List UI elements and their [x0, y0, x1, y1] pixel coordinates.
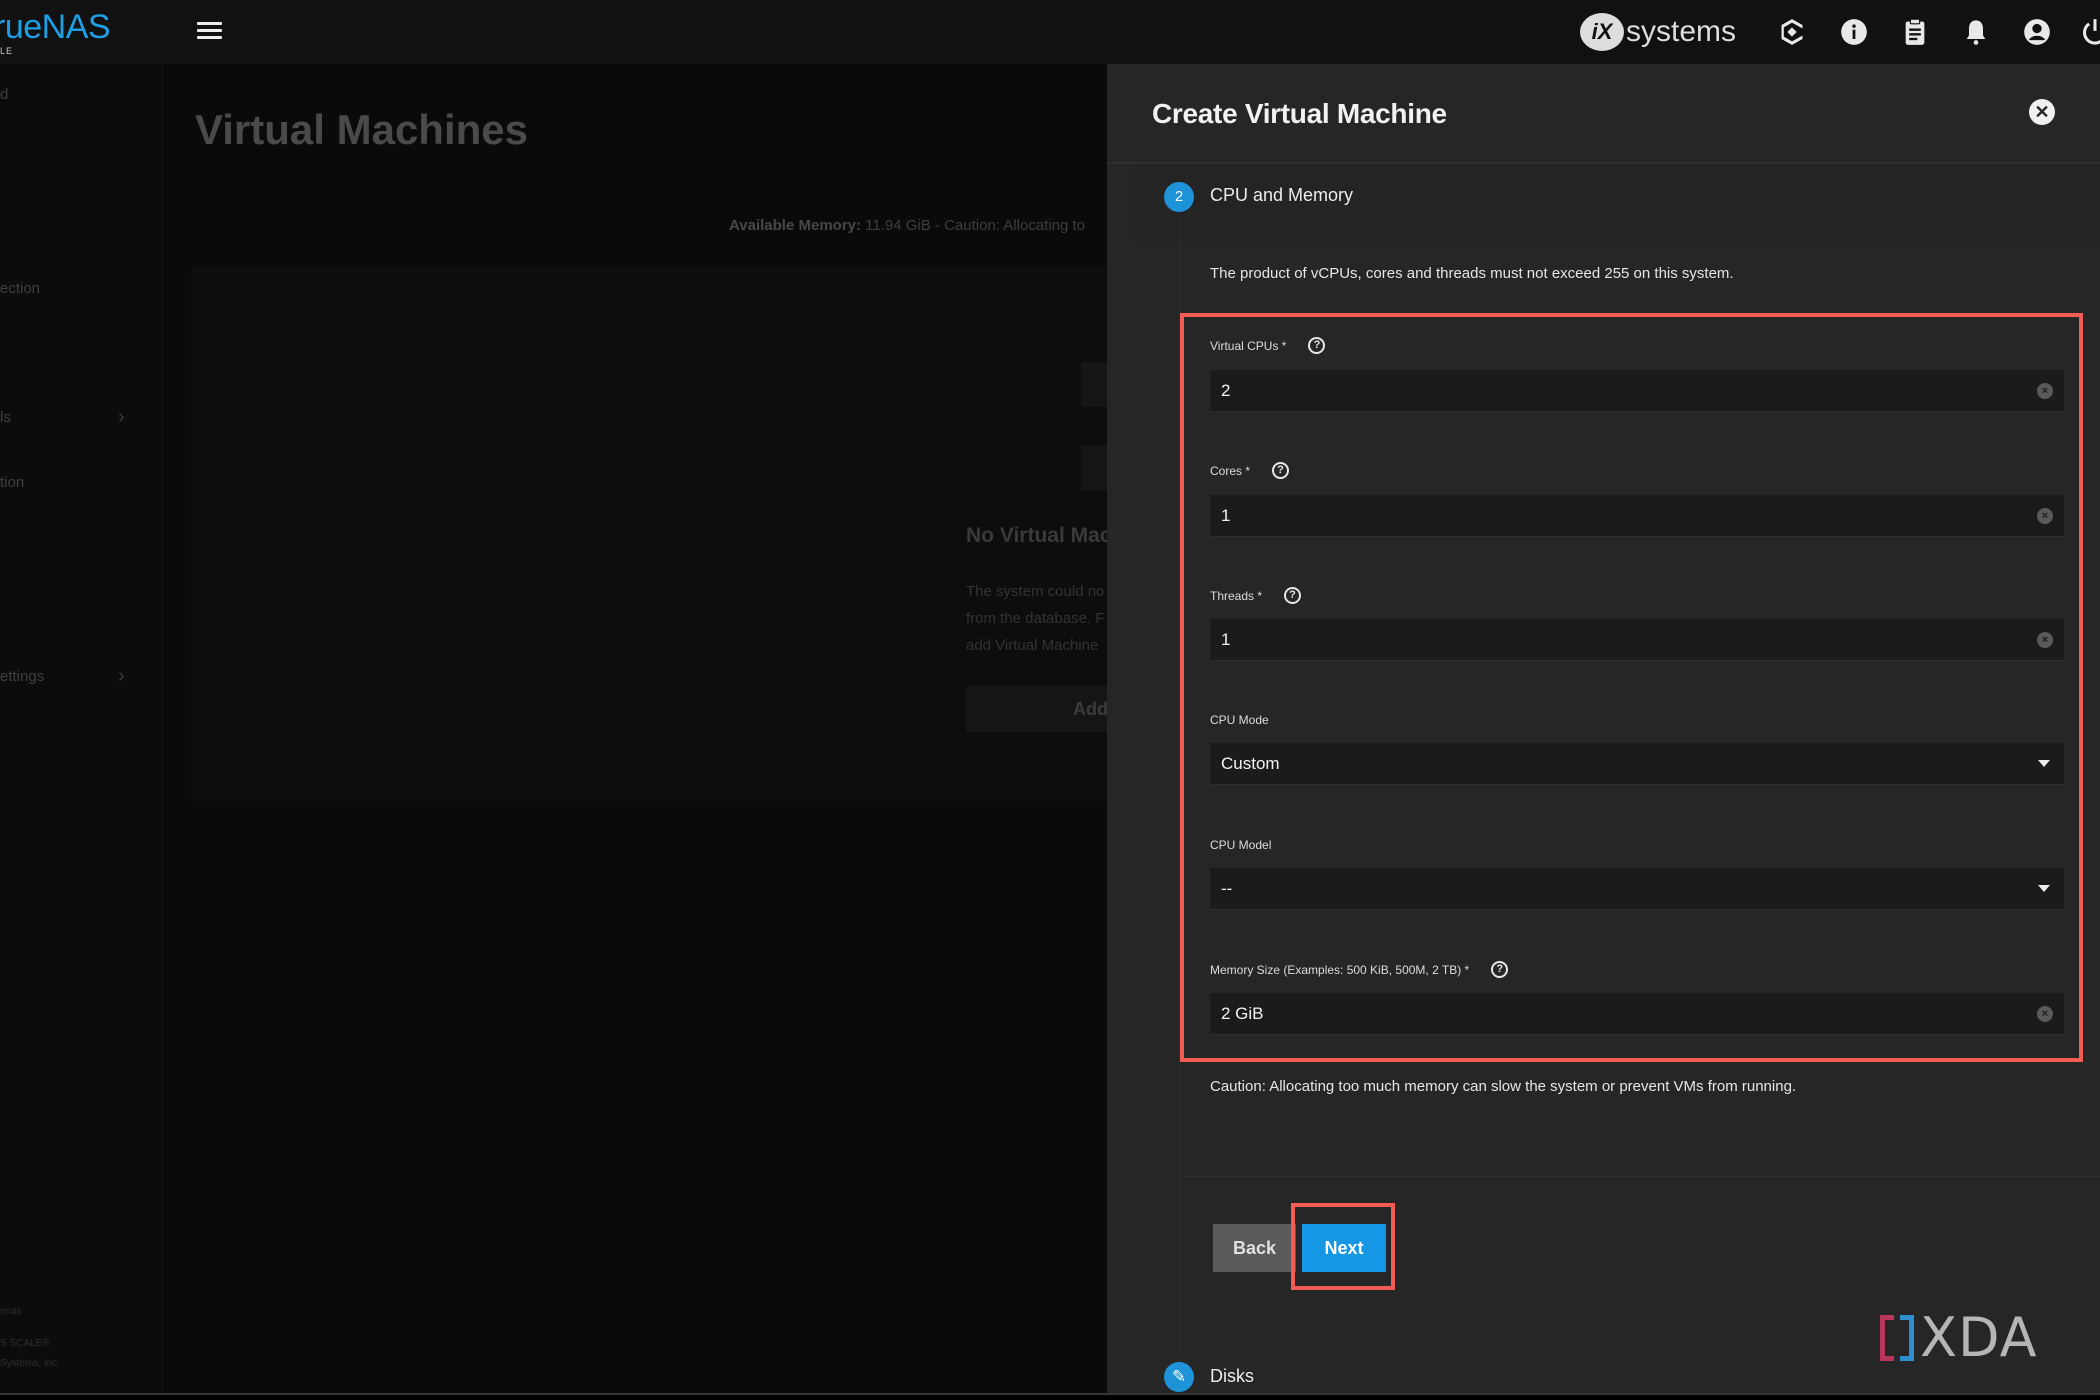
- memory-input[interactable]: 2 GiB ×: [1210, 993, 2064, 1035]
- available-memory-text: Available Memory: 11.94 GiB - Caution: A…: [729, 217, 1085, 234]
- logo-text: rueNAS: [0, 8, 111, 46]
- vcpus-label-text: Virtual CPUs *: [1210, 338, 1287, 353]
- brand-text: systems: [1626, 15, 1737, 48]
- empty-text-line: The system could no: [966, 583, 1105, 600]
- add-vm-button[interactable]: Add: [966, 686, 1107, 732]
- next-button[interactable]: Next: [1302, 1224, 1386, 1272]
- cpu-limit-note: The product of vCPUs, cores and threads …: [1210, 265, 1734, 282]
- bell-icon[interactable]: [1961, 17, 1991, 47]
- threads-value: 1: [1221, 629, 1231, 649]
- main-content: Virtual Machines Available Memory: 11.94…: [163, 64, 1124, 1394]
- edit-pencil-icon[interactable]: ✎: [1164, 1362, 1194, 1392]
- cpu-model-select[interactable]: --: [1210, 868, 2064, 910]
- cpu-model-value: --: [1221, 878, 1233, 898]
- empty-text-line: add Virtual Machine: [966, 637, 1099, 654]
- actions-divider: [1180, 1176, 2100, 1177]
- chevron-right-icon: ›: [118, 405, 125, 428]
- step-disks-label[interactable]: Disks: [1210, 1366, 1254, 1387]
- clear-icon[interactable]: ×: [2037, 508, 2053, 524]
- ix-mark: iX: [1580, 13, 1624, 51]
- available-memory-value: 11.94 GiB - Caution: Allocating to: [865, 217, 1086, 234]
- dropdown-arrow-icon: [2038, 885, 2050, 892]
- cpu-mode-select[interactable]: Custom: [1210, 743, 2064, 785]
- clear-icon[interactable]: ×: [2037, 383, 2053, 399]
- top-bar: rueNAS LE iX systems: [0, 0, 2100, 64]
- cpu-model-label-text: CPU Model: [1210, 838, 1272, 852]
- sidebar-item-label: ls: [0, 408, 11, 426]
- empty-text-line: from the database. F: [966, 610, 1105, 627]
- truecommand-icon[interactable]: [1777, 17, 1807, 47]
- sidebar-item-credentials[interactable]: ls ›: [0, 402, 163, 432]
- empty-state-text: The system could no from the database. F…: [966, 578, 1116, 659]
- chevron-right-icon: ›: [118, 664, 125, 687]
- sidebar-item-dashboard[interactable]: d: [0, 79, 163, 109]
- close-icon[interactable]: ✕: [2029, 99, 2055, 125]
- watermark-bracket-right: [1900, 1315, 1914, 1361]
- sidebar-footer-product: S SCALE®: [0, 1338, 50, 1349]
- cpu-model-label: CPU Model: [1210, 838, 1271, 852]
- xda-watermark: XDA: [1880, 1310, 2038, 1366]
- cpu-mode-label-text: CPU Mode: [1210, 713, 1269, 727]
- help-icon[interactable]: ?: [1491, 961, 1509, 978]
- empty-state-title: No Virtual Mach: [966, 524, 1125, 547]
- threads-label-text: Threads *: [1210, 588, 1263, 603]
- ixsystems-logo[interactable]: iX systems: [1580, 10, 1736, 54]
- clear-icon[interactable]: ×: [2037, 632, 2053, 648]
- step-label[interactable]: CPU and Memory: [1210, 185, 1353, 206]
- threads-input[interactable]: 1 ×: [1210, 619, 2064, 661]
- bottom-edge: [0, 1393, 2100, 1400]
- cores-label: Cores * ?: [1210, 462, 1290, 479]
- watermark-text: XDA: [1920, 1306, 2038, 1369]
- cores-value: 1: [1221, 505, 1231, 525]
- create-vm-panel: Create Virtual Machine ✕: [1107, 64, 2100, 1394]
- dropdown-arrow-icon: [2038, 760, 2050, 767]
- account-icon[interactable]: [2022, 17, 2052, 47]
- stepper-line: [1179, 216, 1180, 1356]
- cpu-mode-value: Custom: [1221, 753, 1280, 773]
- truenas-logo[interactable]: rueNAS LE: [0, 8, 111, 56]
- memory-caution-text: Caution: Allocating too much memory can …: [1210, 1078, 1797, 1095]
- cpu-mode-label: CPU Mode: [1210, 713, 1269, 727]
- available-memory-label: Available Memory:: [729, 217, 861, 234]
- info-icon[interactable]: [1839, 17, 1869, 47]
- vcpus-input[interactable]: 2 ×: [1210, 370, 2064, 412]
- memory-label: Memory Size (Examples: 500 KiB, 500M, 2 …: [1210, 961, 1509, 978]
- sidebar-item-data-protection[interactable]: ection: [0, 273, 163, 303]
- cores-input[interactable]: 1 ×: [1210, 495, 2064, 537]
- vcpus-label: Virtual CPUs * ?: [1210, 337, 1326, 354]
- help-icon[interactable]: ?: [1272, 462, 1290, 479]
- page-title: Virtual Machines: [195, 106, 529, 153]
- memory-value: 2 GiB: [1221, 1003, 1264, 1023]
- sidebar-footer-copyright: Systems, Inc.: [0, 1358, 61, 1369]
- sidebar-item-label: ection: [0, 279, 41, 297]
- clear-icon[interactable]: ×: [2037, 1006, 2053, 1022]
- menu-toggle-icon[interactable]: [197, 22, 222, 42]
- power-icon[interactable]: [2080, 17, 2100, 47]
- sidebar-item-label: tion: [0, 473, 25, 491]
- panel-title: Create Virtual Machine: [1152, 98, 1447, 129]
- help-icon[interactable]: ?: [1284, 587, 1302, 604]
- vcpus-value: 2: [1221, 380, 1231, 400]
- sidebar-item-system-settings[interactable]: ettings ›: [0, 661, 163, 691]
- help-icon[interactable]: ?: [1308, 337, 1326, 354]
- back-button[interactable]: Back: [1213, 1224, 1296, 1272]
- step-number-badge[interactable]: 2: [1164, 182, 1194, 212]
- cores-label-text: Cores *: [1210, 463, 1251, 478]
- sidebar-footer-hostname: enas: [0, 1306, 22, 1317]
- sidebar-item-virtualization[interactable]: tion: [0, 467, 163, 497]
- sidebar-nav: d ection ls › tion ettings › enas S SCALE®…: [0, 64, 163, 1394]
- clipboard-icon[interactable]: [1900, 17, 1930, 47]
- watermark-bracket-left: [1880, 1315, 1894, 1361]
- threads-label: Threads * ?: [1210, 587, 1302, 604]
- sidebar-item-label: ettings: [0, 667, 45, 685]
- memory-label-text: Memory Size (Examples: 500 KiB, 500M, 2 …: [1210, 962, 1470, 977]
- logo-subtext: LE: [0, 46, 14, 56]
- sidebar-item-label: d: [0, 85, 9, 103]
